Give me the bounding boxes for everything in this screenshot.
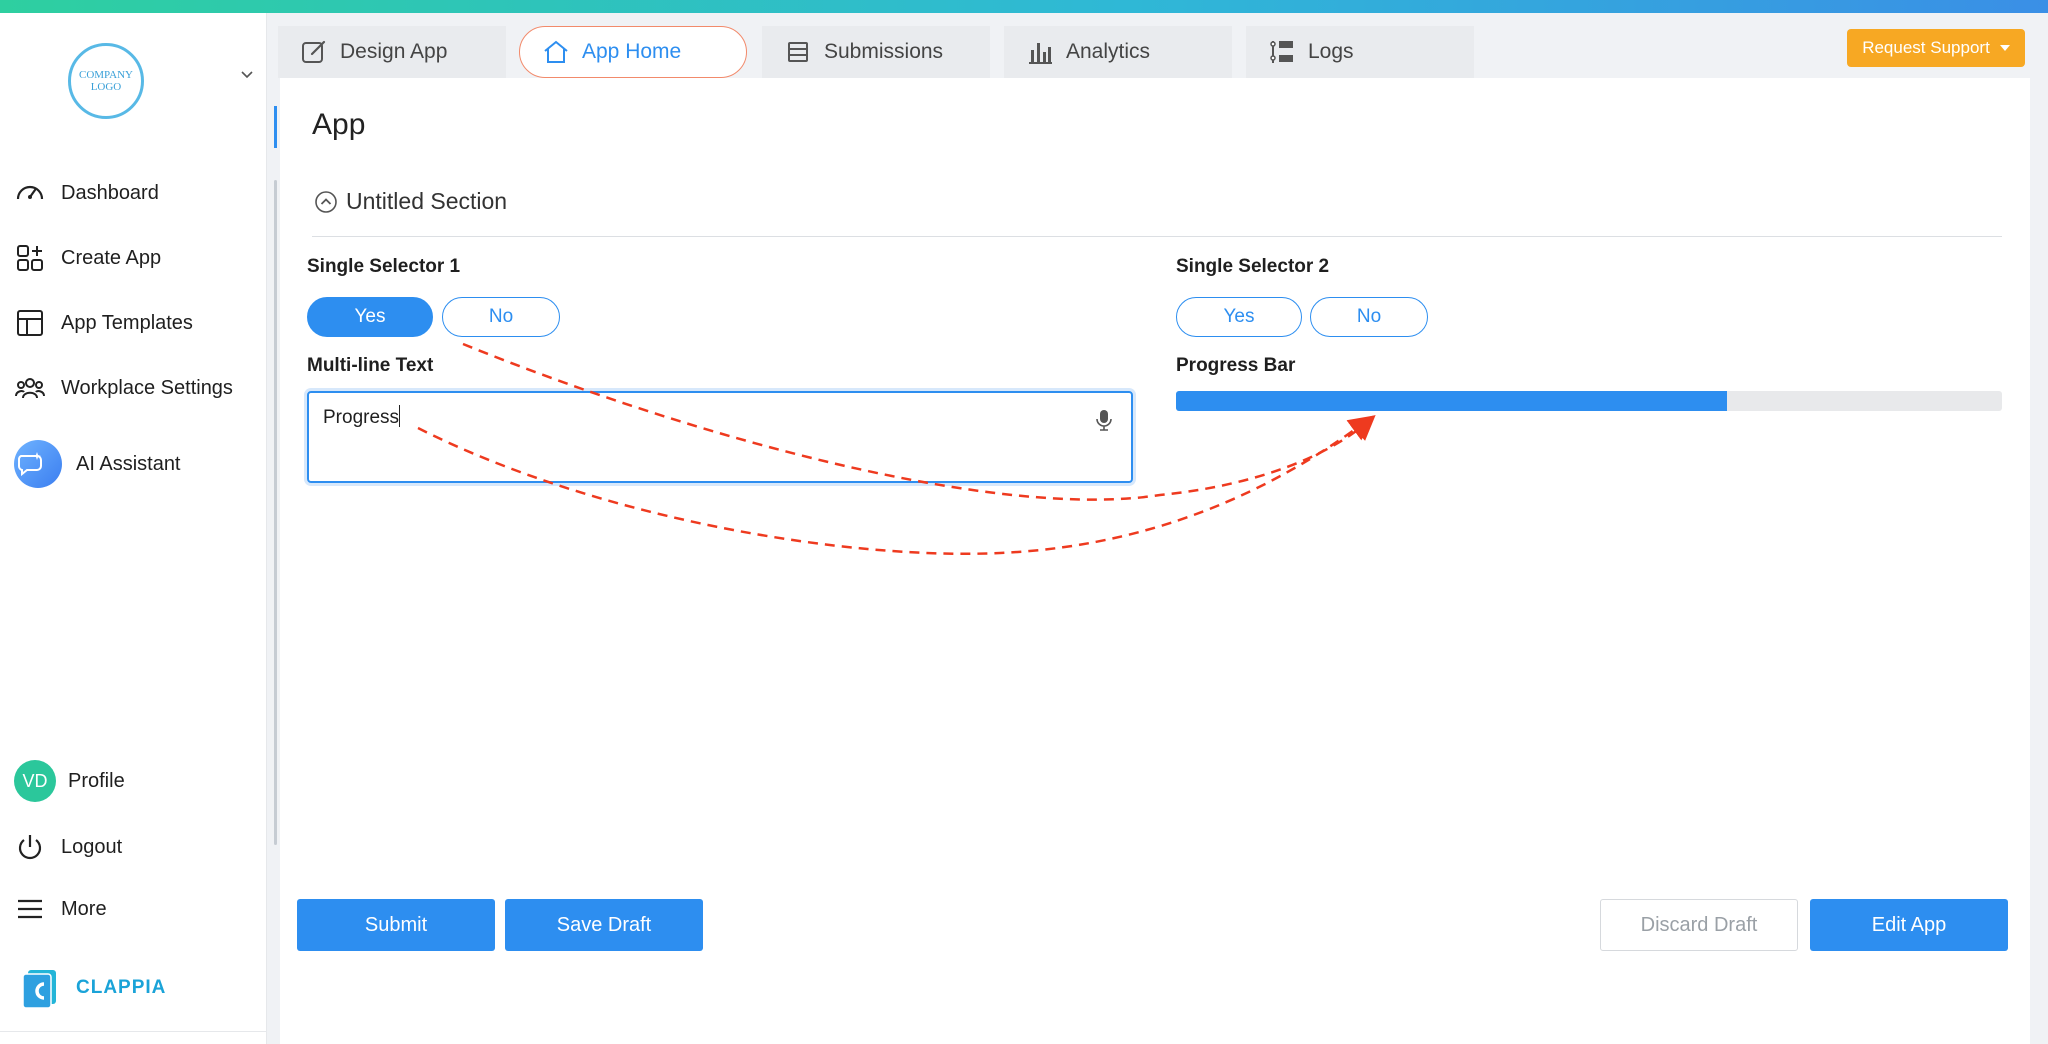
selector1-option-no[interactable]: No <box>442 297 560 337</box>
ai-chat-icon <box>14 440 62 488</box>
save-draft-button[interactable]: Save Draft <box>505 899 703 951</box>
sidebar-item-label: More <box>61 897 107 920</box>
layout-icon <box>17 310 43 336</box>
sidebar: COMPANY LOGO Dashboard Create App App Te… <box>0 13 267 1044</box>
sidebar-item-dashboard[interactable]: Dashboard <box>14 175 159 211</box>
sidebar-item-label: App Templates <box>61 311 193 334</box>
tab-label: Logs <box>1308 40 1354 63</box>
tab-label: Design App <box>340 40 448 63</box>
chevron-up-circle-icon[interactable] <box>314 190 338 214</box>
tab-label: Analytics <box>1066 40 1151 63</box>
list-icon <box>788 42 808 62</box>
selector2-option-no[interactable]: No <box>1310 297 1428 337</box>
sidebar-item-label: Dashboard <box>61 181 159 204</box>
sidebar-item-label: Logout <box>61 835 123 858</box>
tab-logs[interactable]: Logs <box>1246 26 1474 78</box>
grid-plus-icon <box>17 245 43 271</box>
tab-design-app[interactable]: Design App <box>278 26 506 78</box>
sidebar-item-app-templates[interactable]: App Templates <box>14 305 193 341</box>
selector1-label: Single Selector 1 <box>307 256 461 277</box>
speedometer-icon <box>16 185 44 200</box>
avatar: VD <box>14 760 56 802</box>
progress-bar <box>1176 391 2002 411</box>
edit-icon <box>302 40 326 63</box>
progress-fill <box>1176 391 1727 411</box>
logo-text-line1: COMPANY <box>78 69 133 81</box>
section-header[interactable]: Untitled Section <box>314 188 507 215</box>
sidebar-divider <box>0 1031 267 1032</box>
caret-down-icon <box>1999 45 2010 51</box>
power-icon <box>18 835 42 860</box>
company-logo[interactable]: COMPANY LOGO <box>68 43 144 119</box>
sidebar-item-workplace-settings[interactable]: Workplace Settings <box>14 370 233 406</box>
logs-icon <box>1270 41 1293 63</box>
sidebar-item-label: Workplace Settings <box>61 376 233 399</box>
edit-app-button[interactable]: Edit App <box>1810 899 2008 951</box>
multiline-text-input[interactable]: Progress <box>307 391 1133 483</box>
multiline-label: Multi-line Text <box>307 355 434 376</box>
sidebar-item-ai-assistant[interactable]: AI Assistant <box>14 440 181 488</box>
sidebar-item-more[interactable]: More <box>14 891 107 927</box>
users-icon <box>15 378 45 399</box>
selector2-label: Single Selector 2 <box>1176 256 1330 277</box>
menu-icon <box>18 899 42 919</box>
top-gradient-bar <box>0 0 2048 13</box>
multiline-value: Progress <box>323 407 400 428</box>
request-support-button[interactable]: Request Support <box>1847 29 2025 67</box>
selector2-option-yes[interactable]: Yes <box>1176 297 1302 337</box>
sidebar-item-profile[interactable]: VD Profile <box>14 759 125 803</box>
tab-label: Submissions <box>824 40 944 63</box>
logo-text-line2: LOGO <box>90 81 122 93</box>
app-preview-panel: App Untitled Section Single Selector 1 Y… <box>280 78 2030 1044</box>
microphone-icon[interactable] <box>1095 408 1113 432</box>
sidebar-item-label: Profile <box>68 769 125 792</box>
chevron-down-icon[interactable] <box>240 68 254 82</box>
sidebar-item-label: AI Assistant <box>76 452 181 475</box>
selector1-option-yes[interactable]: Yes <box>307 297 433 337</box>
request-support-label: Request Support <box>1862 38 1990 57</box>
clappia-brand[interactable]: CLAPPIA <box>20 968 167 1009</box>
tab-label: App Home <box>582 40 682 63</box>
section-divider <box>312 236 2002 237</box>
sidebar-scrollbar[interactable] <box>274 180 277 845</box>
tab-app-home[interactable]: App Home <box>519 26 747 78</box>
progress-label: Progress Bar <box>1176 355 1296 376</box>
discard-draft-button[interactable]: Discard Draft <box>1600 899 1798 951</box>
tab-analytics[interactable]: Analytics <box>1004 26 1232 78</box>
sidebar-item-label: Create App <box>61 246 162 269</box>
sidebar-item-create-app[interactable]: Create App <box>14 240 161 276</box>
tab-submissions[interactable]: Submissions <box>762 26 990 78</box>
brand-name: CLAPPIA <box>76 977 167 998</box>
bar-chart-icon <box>1029 43 1052 64</box>
section-title: Untitled Section <box>346 188 508 214</box>
nav-active-indicator <box>274 106 277 148</box>
home-icon <box>544 40 568 63</box>
sidebar-item-logout[interactable]: Logout <box>14 829 122 865</box>
submit-button[interactable]: Submit <box>297 899 495 951</box>
clappia-logo-icon <box>20 968 60 1009</box>
page-title: App <box>312 108 366 141</box>
